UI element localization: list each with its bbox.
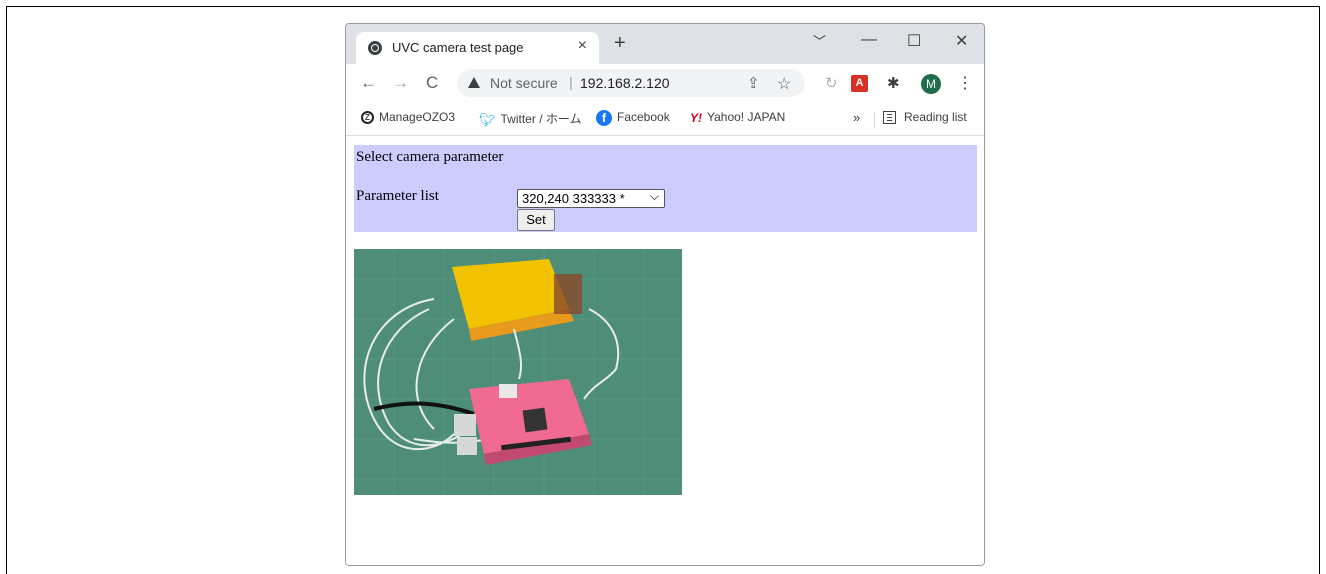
panel-title: Select camera parameter [356, 149, 504, 165]
pdf-extension-icon[interactable]: A [851, 75, 868, 92]
camera-photo-svg [354, 249, 682, 495]
security-label[interactable]: Not secure [490, 75, 558, 91]
url-text[interactable]: 192.168.2.120 [580, 75, 670, 91]
close-window-button[interactable]: ✕ [955, 31, 968, 51]
twitter-icon: 🐦︎ [479, 111, 496, 127]
new-tab-button[interactable]: + [614, 33, 626, 53]
chevron-down-icon: ⌵ [649, 189, 659, 203]
tab-close-icon[interactable]: × [578, 37, 587, 55]
menu-icon[interactable]: ⋮ [957, 73, 973, 93]
reading-list-icon [883, 111, 896, 125]
bookmark-label: Facebook [617, 110, 670, 125]
globe-icon [368, 41, 382, 55]
reading-list-label: Reading list [904, 110, 967, 124]
bookmark-star-icon[interactable]: ☆ [777, 74, 791, 94]
yahoo-icon: Y! [690, 110, 702, 125]
bookmarks-bar: Z ManageOZO3 🐦︎ Twitter / ホーム f Facebook Y!… [346, 102, 984, 136]
minimize-button[interactable]: — [861, 31, 877, 49]
tab-bar: UVC camera test page × + ﹀ — ☐ ✕ [346, 24, 984, 64]
reading-list-button[interactable]: Reading list [883, 110, 967, 125]
bookmark-twitter[interactable]: 🐦︎ Twitter / ホーム [479, 110, 582, 128]
bookmark-yahoo[interactable]: Y! Yahoo! JAPAN [690, 110, 785, 125]
tab-active[interactable]: UVC camera test page × [356, 32, 599, 64]
address-bar[interactable]: Not secure | 192.168.2.120 ⇪ ☆ [457, 69, 805, 97]
toolbar: ← → C Not secure | 192.168.2.120 ⇪ ☆ ↻ A… [346, 64, 984, 102]
bookmarks-divider [874, 112, 875, 128]
bookmark-label: Yahoo! JAPAN [707, 110, 786, 124]
set-button[interactable]: Set [517, 209, 555, 231]
parameter-list-select[interactable]: 320,240 333333 * ⌵ [517, 189, 665, 208]
bookmark-label: ManageOZO3 [379, 110, 456, 124]
browser-window: UVC camera test page × + ﹀ — ☐ ✕ ← → C N… [345, 23, 985, 566]
camera-preview-image [354, 249, 682, 495]
back-button[interactable]: ← [360, 73, 377, 93]
bookmark-manageozo3[interactable]: Z ManageOZO3 [361, 110, 456, 125]
forward-button[interactable]: → [392, 73, 409, 93]
extensions-icon[interactable]: ✱ [887, 74, 900, 92]
profile-avatar[interactable]: M [921, 74, 941, 94]
bookmark-label: Twitter / ホーム [500, 112, 582, 126]
ozo-icon: Z [361, 111, 374, 125]
url-separator: | [569, 74, 573, 90]
camera-parameter-panel: Select camera parameter Parameter list 3… [354, 145, 977, 232]
bookmarks-overflow-button[interactable]: » [853, 110, 860, 125]
sync-icon[interactable]: ↻ [825, 74, 838, 92]
parameter-list-label: Parameter list [356, 188, 439, 204]
facebook-icon: f [596, 110, 612, 126]
tab-search-icon[interactable]: ﹀ [813, 31, 826, 50]
reload-button[interactable]: C [426, 73, 438, 93]
page-content: Select camera parameter Parameter list 3… [346, 136, 984, 565]
tab-title: UVC camera test page [392, 40, 524, 55]
bookmark-facebook[interactable]: f Facebook [596, 110, 670, 126]
share-icon[interactable]: ⇪ [747, 74, 760, 92]
parameter-list-value: 320,240 333333 * [522, 191, 625, 206]
warning-icon[interactable] [468, 77, 480, 88]
maximize-button[interactable]: ☐ [907, 31, 921, 51]
